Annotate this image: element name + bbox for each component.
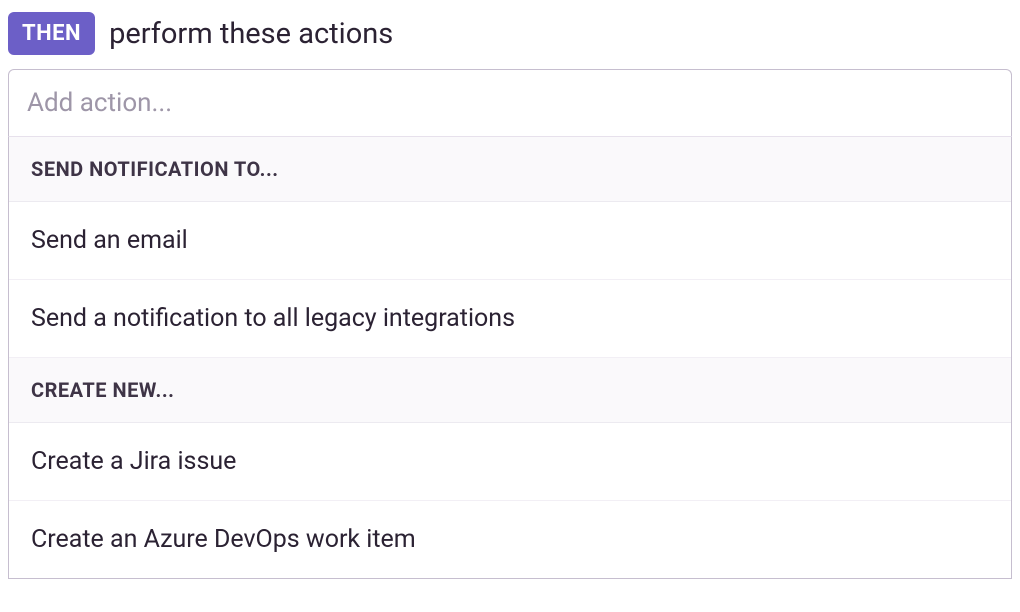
actions-header-title: perform these actions — [109, 17, 393, 51]
actions-header: THEN perform these actions — [0, 0, 1020, 69]
then-badge: THEN — [8, 12, 95, 55]
group-header-send-notification: SEND NOTIFICATION TO... — [9, 137, 1011, 202]
group-header-create-new: CREATE NEW... — [9, 358, 1011, 423]
action-input[interactable] — [9, 70, 1011, 136]
option-create-azure-devops[interactable]: Create an Azure DevOps work item — [9, 501, 1011, 578]
action-input-container — [8, 69, 1012, 136]
option-send-email[interactable]: Send an email — [9, 202, 1011, 280]
action-dropdown: SEND NOTIFICATION TO... Send an email Se… — [8, 136, 1012, 579]
option-send-legacy-integrations[interactable]: Send a notification to all legacy integr… — [9, 280, 1011, 358]
option-create-jira-issue[interactable]: Create a Jira issue — [9, 423, 1011, 501]
